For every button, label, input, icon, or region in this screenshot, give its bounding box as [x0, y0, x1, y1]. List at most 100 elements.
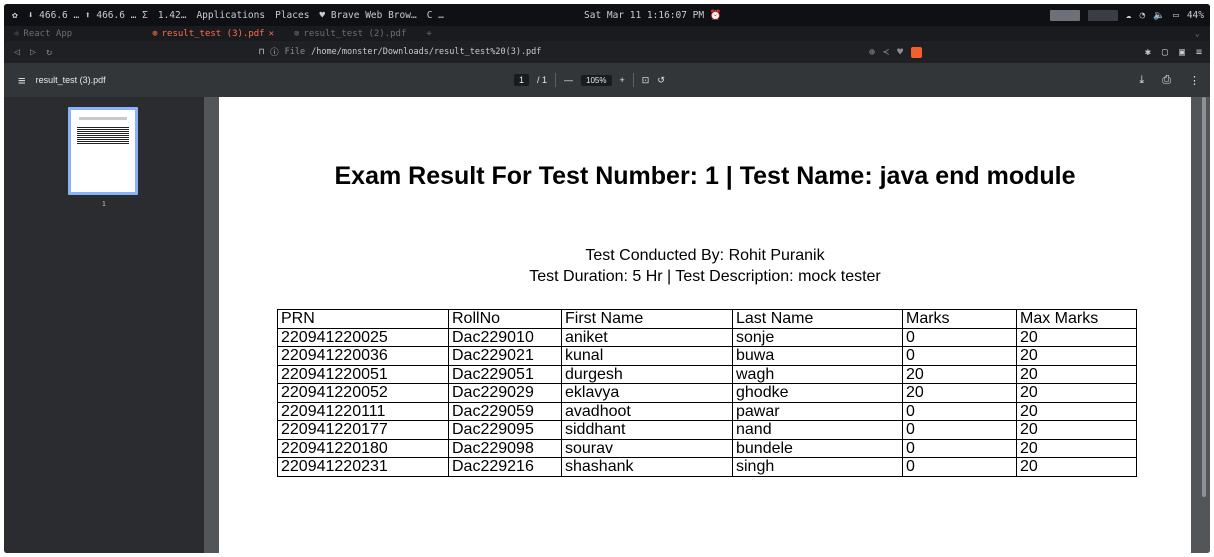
- browser-window: ✿ ⬇ 466.6 … ⬆ 466.6 … Σ 1.42… Applicatio…: [4, 4, 1210, 553]
- wifi-icon[interactable]: ◔: [1140, 10, 1146, 21]
- clock[interactable]: Sat Mar 11 1:16:07 PM: [584, 10, 704, 21]
- table-cell: 220941220111: [277, 401, 449, 421]
- table-cell: Dac229216: [448, 457, 562, 477]
- fit-page-icon[interactable]: ⊡: [642, 75, 650, 86]
- table-header-row: PRN RollNo First Name Last Name Marks Ma…: [277, 309, 1137, 329]
- url-text: /home/monster/Downloads/result_test%20(3…: [311, 47, 542, 57]
- table-cell: 0: [902, 327, 1017, 347]
- table-cell: Dac229029: [448, 383, 562, 403]
- tab-label: React App: [23, 28, 73, 39]
- workspace-indicator-2[interactable]: [1087, 9, 1118, 21]
- table-cell: sourav: [561, 438, 733, 458]
- table-cell: 220941220052: [277, 383, 449, 403]
- table-row: 220941220180 Dac229098 sourav bundele 0 20: [277, 438, 1137, 458]
- battery-icon[interactable]: ▭: [1173, 10, 1179, 21]
- wallet-icon[interactable]: ▣: [1179, 47, 1185, 58]
- vertical-scrollbar[interactable]: [1202, 97, 1206, 497]
- table-cell: sonje: [732, 327, 903, 347]
- globe-icon: ⊚: [294, 28, 300, 39]
- table-cell: shashank: [561, 457, 733, 477]
- download-icon[interactable]: ⤓: [1139, 74, 1144, 87]
- thumbnail-table: [77, 127, 129, 145]
- result-table: PRN RollNo First Name Last Name Marks Ma…: [277, 309, 1137, 477]
- alarm-icon: ⏰: [709, 9, 722, 21]
- close-tab-icon[interactable]: ✕: [269, 29, 274, 39]
- network-speed: ⬇ 466.6 … ⬆ 466.6 … Σ: [27, 9, 148, 21]
- document-title: Exam Result For Test Number: 1 | Test Na…: [334, 162, 1076, 190]
- test-conducted-by: Test Conducted By: Rohit Puranik: [585, 247, 825, 264]
- more-options-icon[interactable]: ⋮: [1189, 74, 1200, 87]
- pdf-toolbar: ≡ result_test (3).pdf 1 / 1 — 105% + ⊡ ↺…: [4, 63, 1210, 97]
- brave-launcher[interactable]: ♥ Brave Web Brow…: [315, 10, 420, 21]
- tab-strip: ⚛ React App ⊚ result_test (3).pdf ✕ ⊚ re…: [4, 26, 1210, 41]
- new-tab-button[interactable]: +: [416, 29, 441, 39]
- print-icon[interactable]: ⎙: [1162, 74, 1171, 87]
- volume-icon[interactable]: 🔈: [1153, 10, 1165, 21]
- table-cell: 20: [1016, 346, 1137, 366]
- react-icon: ⚛: [14, 28, 20, 39]
- table-cell: siddhant: [561, 420, 733, 440]
- forward-icon[interactable]: ▷: [30, 47, 36, 58]
- workspace-indicator-1[interactable]: [1049, 9, 1080, 21]
- battery-percent: 44%: [1186, 9, 1204, 21]
- page-number-input[interactable]: 1: [514, 74, 530, 86]
- thumbnail-title-line: [79, 117, 127, 120]
- table-cell: 220941220036: [277, 346, 449, 366]
- extra-launcher[interactable]: C …: [423, 10, 448, 21]
- tab-react-app[interactable]: ⚛ React App: [4, 29, 82, 39]
- tab-result-test-2[interactable]: ⊚ result_test (2).pdf: [284, 29, 416, 39]
- table-cell: 20: [1016, 364, 1137, 384]
- zoom-input[interactable]: 105%: [581, 74, 612, 86]
- sidebar-toggle-icon[interactable]: ▢: [1162, 47, 1168, 58]
- zoom-out-icon[interactable]: —: [564, 75, 573, 85]
- cloud-icon[interactable]: ☁: [1126, 10, 1132, 21]
- tab-label: result_test (3).pdf: [161, 28, 265, 39]
- table-cell: 220941220231: [277, 457, 449, 477]
- brave-launcher-label: Brave Web Brow…: [330, 9, 417, 21]
- pdf-menu-icon[interactable]: ≡: [4, 73, 36, 88]
- page-total: / 1: [537, 75, 548, 85]
- table-cell: bundele: [732, 438, 903, 458]
- test-duration-description: Test Duration: 5 Hr | Test Description: …: [529, 268, 881, 285]
- brave-shields-icon[interactable]: ♥: [897, 47, 903, 58]
- pdf-sidebar: 1: [4, 97, 204, 553]
- column-header: Max Marks: [1016, 309, 1137, 329]
- app-menu-icon[interactable]: ✿: [8, 10, 22, 21]
- column-header: Last Name: [732, 309, 903, 329]
- pdf-viewer[interactable]: Exam Result For Test Number: 1 | Test Na…: [204, 97, 1210, 553]
- table-cell: avadhoot: [561, 401, 733, 421]
- menu-applications[interactable]: Applications: [192, 10, 269, 21]
- info-icon[interactable]: ⓘ: [270, 46, 279, 58]
- table-cell: 20: [1016, 438, 1137, 458]
- brave-rewards-icon[interactable]: [911, 46, 923, 58]
- table-cell: Dac229051: [448, 364, 562, 384]
- table-cell: aniket: [561, 327, 733, 347]
- system-panel: ✿ ⬇ 466.6 … ⬆ 466.6 … Σ 1.42… Applicatio…: [4, 4, 1210, 26]
- browser-menu-icon[interactable]: ≡: [1196, 47, 1202, 58]
- share-icon[interactable]: ≺: [883, 47, 889, 58]
- pdf-file-name: result_test (3).pdf: [35, 75, 106, 85]
- table-cell: 220941220025: [277, 327, 449, 347]
- tab-label: result_test (2).pdf: [303, 28, 407, 39]
- page-thumbnail[interactable]: [68, 107, 138, 195]
- table-cell: 20: [1016, 401, 1137, 421]
- rotate-icon[interactable]: ↺: [657, 75, 665, 86]
- pdf-page: Exam Result For Test Number: 1 | Test Na…: [219, 97, 1191, 553]
- bookmark-icon[interactable]: ⊓: [259, 47, 264, 57]
- menu-places[interactable]: Places: [271, 10, 313, 21]
- table-cell: 0: [902, 438, 1017, 458]
- reload-icon[interactable]: ↻: [46, 47, 52, 58]
- zoom-in-icon[interactable]: +: [620, 75, 625, 85]
- brave-icon: ♥: [319, 9, 326, 21]
- column-header: PRN: [277, 309, 449, 329]
- table-cell: Dac229059: [448, 401, 562, 421]
- zoom-icon[interactable]: ⊕: [869, 47, 875, 58]
- table-cell: 20: [1016, 327, 1137, 347]
- extensions-icon[interactable]: ✱: [1145, 47, 1151, 58]
- table-row: 220941220177 Dac229095 siddhant nand 0 20: [277, 420, 1137, 440]
- tab-result-test-3[interactable]: ⊚ result_test (3).pdf ✕: [142, 29, 284, 39]
- tab-list-chevron-icon[interactable]: ⌄: [1195, 29, 1200, 39]
- table-cell: 220941220180: [277, 438, 449, 458]
- back-icon[interactable]: ◁: [14, 47, 20, 58]
- url-field[interactable]: ⊓ ⓘ File /home/monster/Downloads/result_…: [259, 46, 541, 58]
